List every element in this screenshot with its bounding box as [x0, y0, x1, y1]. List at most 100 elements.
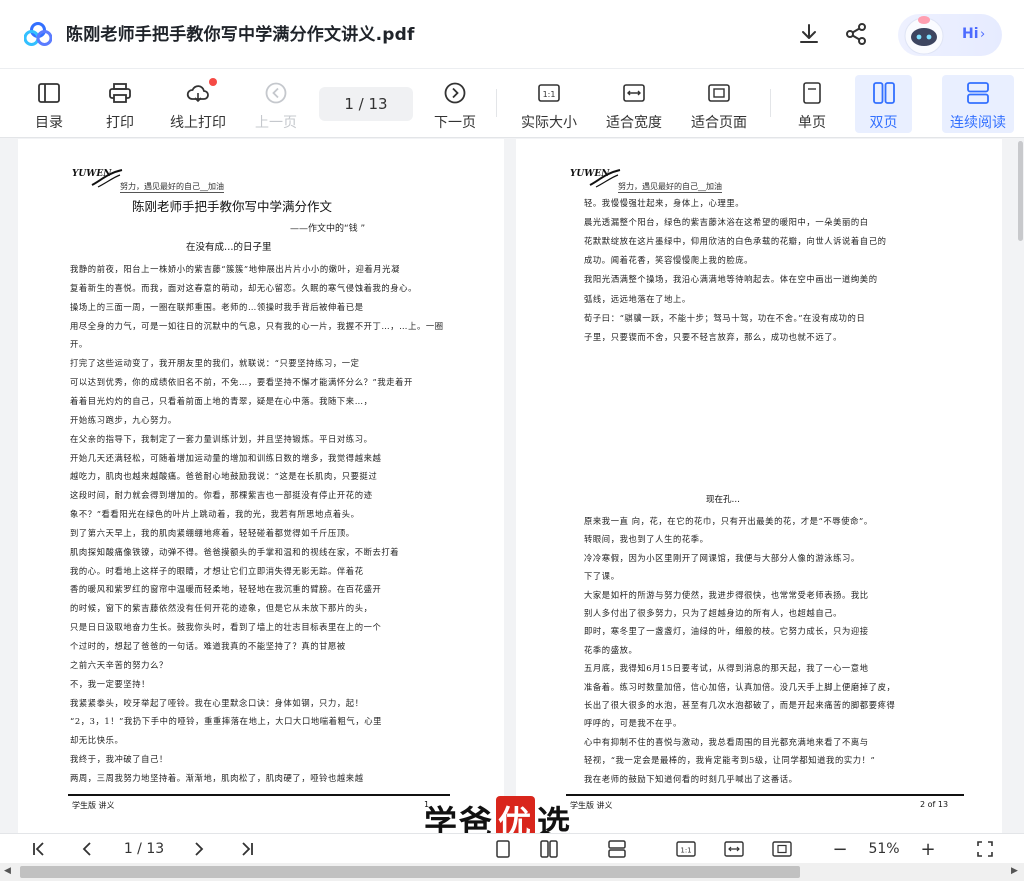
toolbar-print-label: 打印 [106, 115, 134, 131]
bottom-single-page-button[interactable] [492, 838, 514, 860]
assistant-avatar-icon [904, 16, 944, 55]
bottom-fit-page-button[interactable] [770, 838, 794, 860]
body-text-line: 两周，三周我努力地坚持着。渐渐地，肌肉松了，肌肉硬了，哑铃也越来越 [70, 772, 364, 783]
toolbar-fit-width-label: 适合宽度 [606, 115, 662, 131]
body-text-line: 原来我一直 向，花，在它的花巾，只有开出最美的花，才是“不辱使命”。 [584, 516, 873, 526]
body-text-line: 开始练习跑步，九心努力。 [70, 414, 177, 425]
section-title: 在没有成…的日子里 [186, 242, 272, 253]
body-text-line: 不，我一定要坚持！ [70, 678, 151, 689]
body-text-line: 我的心。时看地上这样子的眼睛，才想让它们立即消失得无影无踪。伴着花 [70, 565, 364, 576]
body-text-line: 的时候，窗下的紫吉藤依然没有任何开花的迹象，但是它从未放下那片的头， [70, 603, 373, 614]
title-bar: 陈刚老师手把手教你写中学满分作文讲义.pdf Hi › [0, 0, 1024, 68]
body-text-line: 成功。闻着花香，笑容慢慢爬上我的脸庞。 [584, 255, 754, 266]
fit-width-icon [621, 80, 647, 106]
scroll-left-arrow-icon[interactable]: ◀ [4, 866, 11, 876]
zoom-level[interactable]: 51% [862, 838, 906, 860]
horizontal-scrollbar-thumb[interactable] [20, 866, 800, 878]
body-text-line: 肌肉探知酸痛像铁镣，动弹不得。爸爸摸额头的手掌和温和的视线在家，不断去打着 [70, 546, 400, 557]
toolbar-double-page-button[interactable]: 双页 [855, 75, 912, 133]
body-text-line: “2，3，1！”我扔下手中的哑铃，重重摔落在地上，大口大口地喘着粗气，心里 [70, 716, 383, 727]
svg-text:1:1: 1:1 [543, 90, 556, 99]
body-text-line: 个过时的，想起了爸爸的一句话。难道我真的不能坚持了？真的甘愿被 [70, 641, 346, 651]
page-subtitle: ——作文中的“钱 ” [290, 224, 366, 234]
toolbar-continuous-button[interactable]: 连续阅读 [942, 75, 1014, 133]
last-page-icon [242, 842, 253, 856]
toolbar-fit-page-button[interactable]: 适合页面 [688, 75, 750, 133]
chevron-right-icon [195, 842, 204, 856]
body-text-line: 我阳光洒满整个操场，我沿心满满地等待响起去。体在空中画出一道绚美的 [584, 274, 878, 285]
vertical-scrollbar-thumb[interactable] [1018, 141, 1023, 241]
page-number-input[interactable]: 1 / 13 [319, 87, 413, 121]
body-text-line: 我紧紧拳头，咬牙举起了哑铃。我在心里默念口诀：身体如钢，只力，起！ [70, 697, 364, 708]
body-text-line: 开。 [70, 339, 88, 350]
toolbar-double-page-label: 双页 [869, 115, 898, 131]
prev-page-button[interactable] [76, 838, 98, 860]
toolbar-online-print-label: 线上打印 [170, 115, 226, 131]
body-text-line: 开始几天还满轻松，可随着增加运动量的增加和训练日数的增多，我觉得越来越 [70, 452, 382, 463]
body-text-line: 象不？”看看阳光在绿色的叶片上跳动着，我的光，我若有所思地点着头。 [70, 509, 360, 520]
toolbar-outline-button[interactable]: 目录 [30, 75, 68, 133]
footer-label: 学生版 讲义 [570, 801, 613, 810]
single-page-icon [496, 840, 510, 858]
scroll-right-arrow-icon[interactable]: ▶ [1011, 866, 1018, 876]
assistant-label: Hi [962, 26, 979, 42]
last-page-button[interactable] [236, 838, 258, 860]
zoom-out-button[interactable]: − [830, 838, 850, 860]
fit-page-icon [772, 841, 792, 857]
body-text-line: 子里，只要锲而不舍，只要不轻言放弃，那么，成功也就不远了。 [584, 331, 843, 342]
toolbar-online-print-button[interactable]: 线上打印 [167, 75, 229, 133]
bottom-continuous-button[interactable] [606, 838, 628, 860]
pdf-page-1: YUWEN 努力，遇见最好的自己__加油 陈刚老师手把手教你写中学满分作文 ——… [18, 139, 504, 833]
share-icon[interactable] [844, 22, 868, 46]
body-text-line: 准备着。练习时数量加倍，信心加倍，认真加倍。没几天手上脚上便磨掉了皮， [584, 681, 896, 692]
pdf-viewer-app: 陈刚老师手把手教你写中学满分作文讲义.pdf Hi › 目录 打印 线上打印 上… [0, 0, 1024, 881]
body-text-line: 下了课。 [584, 571, 620, 582]
fit-page-icon [706, 80, 732, 106]
toolbar-single-page-button[interactable]: 单页 [794, 75, 830, 133]
toolbar-divider [496, 89, 497, 117]
download-icon[interactable] [797, 22, 821, 46]
toolbar-actual-size-label: 实际大小 [521, 115, 577, 131]
toolbar-print-button[interactable]: 打印 [101, 75, 139, 133]
page-motto: 努力，遇见最好的自己__加油 [618, 182, 722, 193]
next-page-icon [442, 80, 468, 106]
bottom-bar: 1 / 13 1:1 − 51% + [0, 833, 1024, 863]
vertical-scrollbar[interactable] [1016, 139, 1024, 833]
bottom-double-page-button[interactable] [538, 838, 560, 860]
zoom-in-button[interactable]: + [918, 838, 938, 860]
toolbar-next-page-label: 下一页 [434, 115, 476, 131]
bottom-fit-width-button[interactable] [722, 838, 746, 860]
body-text-line: 花默默绽放在这片墨绿中，仰用欣洁的白色承载的花瓣，向世人诉说着自己的 [584, 236, 887, 247]
body-text-line: 这段时间，耐力就会得到增加的。你看，那棵紫吉也一部挺没有停止开花的迹 [70, 490, 373, 501]
body-text-line: 着着目光灼灼的自己，只看着前面上地的青翠，疑是在心中落。我随下来…， [70, 395, 373, 406]
first-page-icon [33, 842, 44, 856]
toolbar-prev-page-button[interactable]: 上一页 [253, 75, 299, 133]
single-page-icon [799, 80, 825, 106]
body-text-line: 用尽全身的力气，可是一如往日的沉默中的气息，只有我的心一片，我握不开丁…，…上。… [70, 320, 444, 331]
document-viewport[interactable]: YUWEN 努力，遇见最好的自己__加油 陈刚老师手把手教你写中学满分作文 ——… [0, 139, 1024, 833]
body-text-line: 越吃力，肌肉也越来越酸痛。爸爸耐心地鼓励我说：“这是在长肌肉，只要挺过 [70, 471, 378, 482]
footer-label: 学生版 讲义 [72, 801, 115, 810]
toolbar-actual-size-button[interactable]: 1:1 实际大小 [518, 75, 580, 133]
bottom-actual-size-button[interactable]: 1:1 [674, 838, 698, 860]
notification-dot [209, 78, 217, 86]
body-text-line: 呼呼的，可是我不在乎。 [584, 718, 682, 729]
body-text-line: 我在老师的鼓励下知道何看的时刻几乎喊出了这番话。 [584, 773, 798, 784]
body-text-line: 之前六天辛苦的努力么？ [70, 659, 168, 670]
body-text-line: 心中有抑制不住的喜悦与激动，我总看周围的目光都充满地来看了不离与 [584, 736, 869, 747]
bottom-page-indicator[interactable]: 1 / 13 [114, 838, 174, 860]
toolbar-next-page-button[interactable]: 下一页 [432, 75, 478, 133]
footer-rule [566, 794, 964, 796]
next-page-button[interactable] [188, 838, 210, 860]
printer-icon [107, 80, 133, 106]
toolbar-fit-width-button[interactable]: 适合宽度 [603, 75, 665, 133]
body-text-line: 花季的盛放。 [584, 644, 638, 655]
body-text-line: 却无比快乐。 [70, 735, 124, 746]
body-text-line: 轻。我慢慢强壮起来，身体上，心理里。 [584, 198, 745, 208]
body-text-line: 打完了这些运动变了，我开朋友里的我们，就联说：“只要坚持练习，一定 [70, 358, 360, 369]
body-text-line: 复着新生的喜悦。而我，面对这春意的萌动，却无心留恋。久眠的寒气侵蚀着我的身心。 [70, 282, 417, 293]
toolbar-divider [770, 89, 771, 117]
fullscreen-button[interactable] [974, 838, 996, 860]
page-motto: 努力，遇见最好的自己__加油 [120, 182, 224, 193]
first-page-button[interactable] [28, 838, 50, 860]
